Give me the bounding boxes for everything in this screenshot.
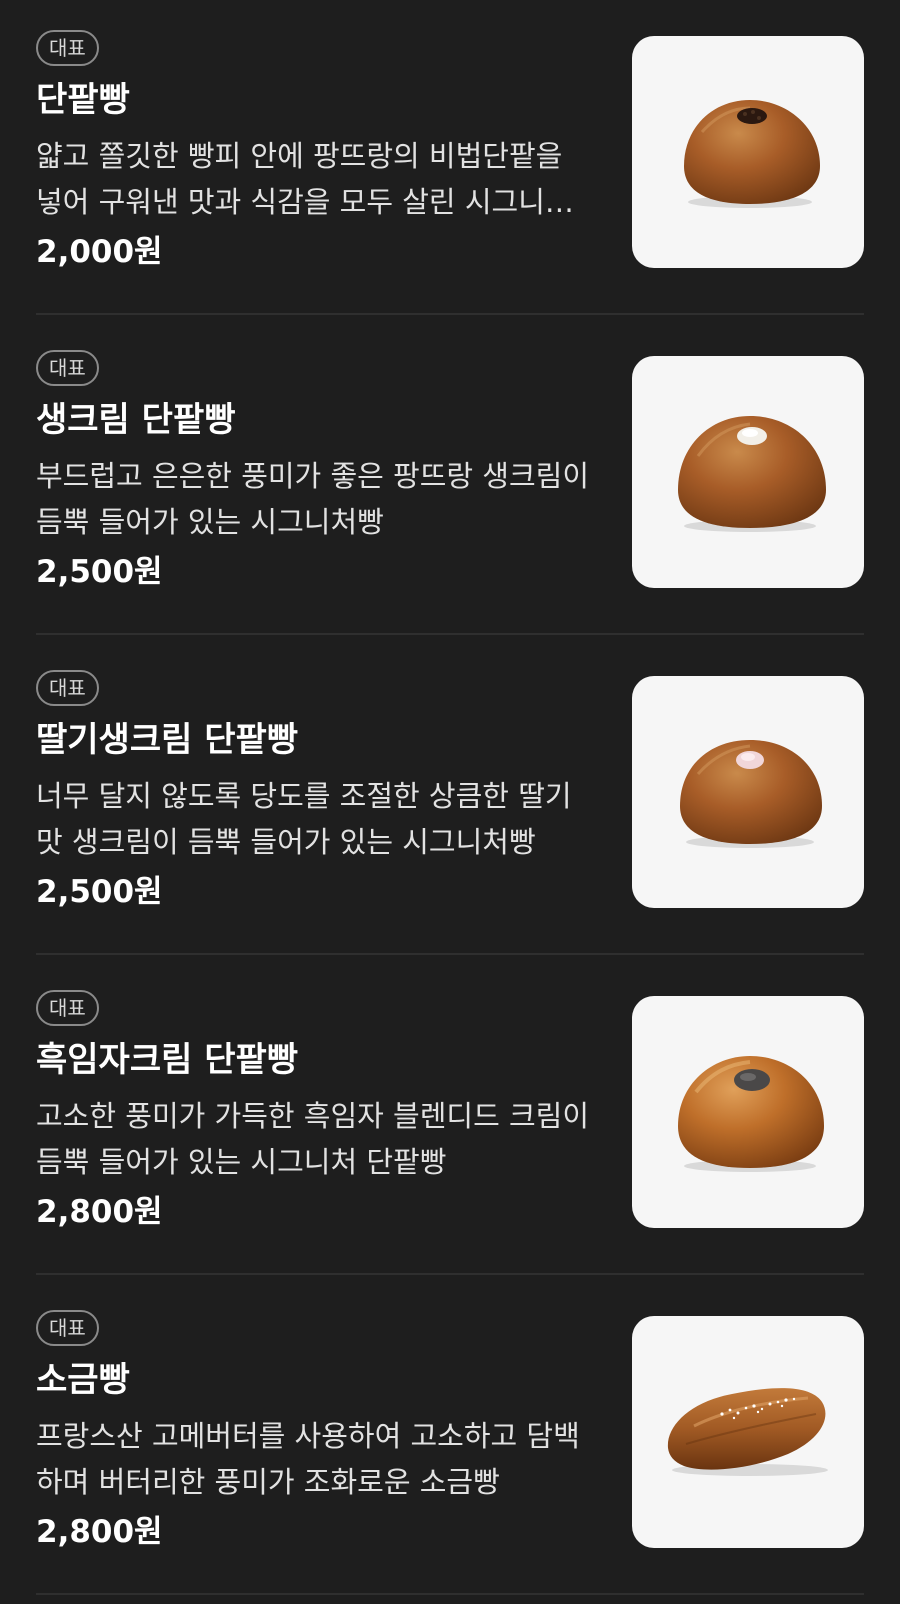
menu-item-red-bean-bun[interactable]: 대표 단팥빵 얇고 쫄깃한 빵피 안에 팡뜨랑의 비법단팥을 넣어 구워낸 맛과… xyxy=(36,0,864,320)
menu-item-black-sesame-cream-red-bean-bun[interactable]: 대표 흑임자크림 단팥빵 고소한 풍미가 가득한 흑임자 블렌디드 크림이 듬뿍… xyxy=(36,960,864,1280)
black-sesame-cream-red-bean-bun-image xyxy=(632,996,864,1228)
salt-bread-icon xyxy=(667,1388,828,1476)
salt-bread-image xyxy=(632,1316,864,1548)
menu-list: 대표 단팥빵 얇고 쫄깃한 빵피 안에 팡뜨랑의 비법단팥을 넣어 구워낸 맛과… xyxy=(0,0,900,1604)
item-name: 흑임자크림 단팥빵 xyxy=(36,1040,299,1080)
item-description: 고소한 풍미가 가득한 흑임자 블렌디드 크림이 듬뿍 들어가 있는 시그니처 … xyxy=(36,1099,590,1179)
menu-item-strawberry-cream-red-bean-bun[interactable]: 대표 딸기생크림 단팥빵 너무 달지 않도록 당도를 조절한 상큼한 딸기맛 생… xyxy=(36,640,864,960)
red-bean-bun-icon xyxy=(684,100,820,208)
item-name: 소금빵 xyxy=(36,1360,130,1400)
black-sesame-bun-icon xyxy=(678,1056,824,1172)
item-description: 부드럽고 은은한 풍미가 좋은 팡뜨랑 생크림이 듬뿍 들어가 있는 시그니처빵 xyxy=(36,459,590,539)
fresh-cream-red-bean-bun-image xyxy=(632,356,864,588)
item-name: 딸기생크림 단팥빵 xyxy=(36,720,299,760)
menu-item-salt-bread[interactable]: 대표 소금빵 프랑스산 고메버터를 사용하여 고소하고 담백하며 버터리한 풍미… xyxy=(36,1280,864,1600)
cream-bun-icon xyxy=(678,416,826,532)
signature-badge: 대표 xyxy=(36,350,99,386)
item-name: 생크림 단팥빵 xyxy=(36,400,236,440)
item-price: 2,000원 xyxy=(36,234,163,270)
menu-item-fresh-cream-red-bean-bun[interactable]: 대표 생크림 단팥빵 부드럽고 은은한 풍미가 좋은 팡뜨랑 생크림이 듬뿍 들… xyxy=(36,320,864,640)
strawberry-cream-red-bean-bun-image xyxy=(632,676,864,908)
item-price: 2,800원 xyxy=(36,1514,163,1550)
signature-badge: 대표 xyxy=(36,990,99,1026)
item-price: 2,500원 xyxy=(36,874,163,910)
signature-badge: 대표 xyxy=(36,1310,99,1346)
strawberry-cream-bun-icon xyxy=(680,740,822,848)
item-description: 프랑스산 고메버터를 사용하여 고소하고 담백하며 버터리한 풍미가 조화로운 … xyxy=(36,1419,580,1499)
item-description: 얇고 쫄깃한 빵피 안에 팡뜨랑의 비법단팥을 넣어 구워낸 맛과 식감을 모두… xyxy=(36,139,572,219)
item-name: 단팥빵 xyxy=(36,80,130,120)
signature-badge: 대표 xyxy=(36,30,99,66)
signature-badge: 대표 xyxy=(36,670,99,706)
item-price: 2,800원 xyxy=(36,1194,163,1230)
red-bean-bun-image xyxy=(632,36,864,268)
item-description: 너무 달지 않도록 당도를 조절한 상큼한 딸기맛 생크림이 듬뿍 들어가 있는… xyxy=(36,779,572,859)
item-price: 2,500원 xyxy=(36,554,163,590)
